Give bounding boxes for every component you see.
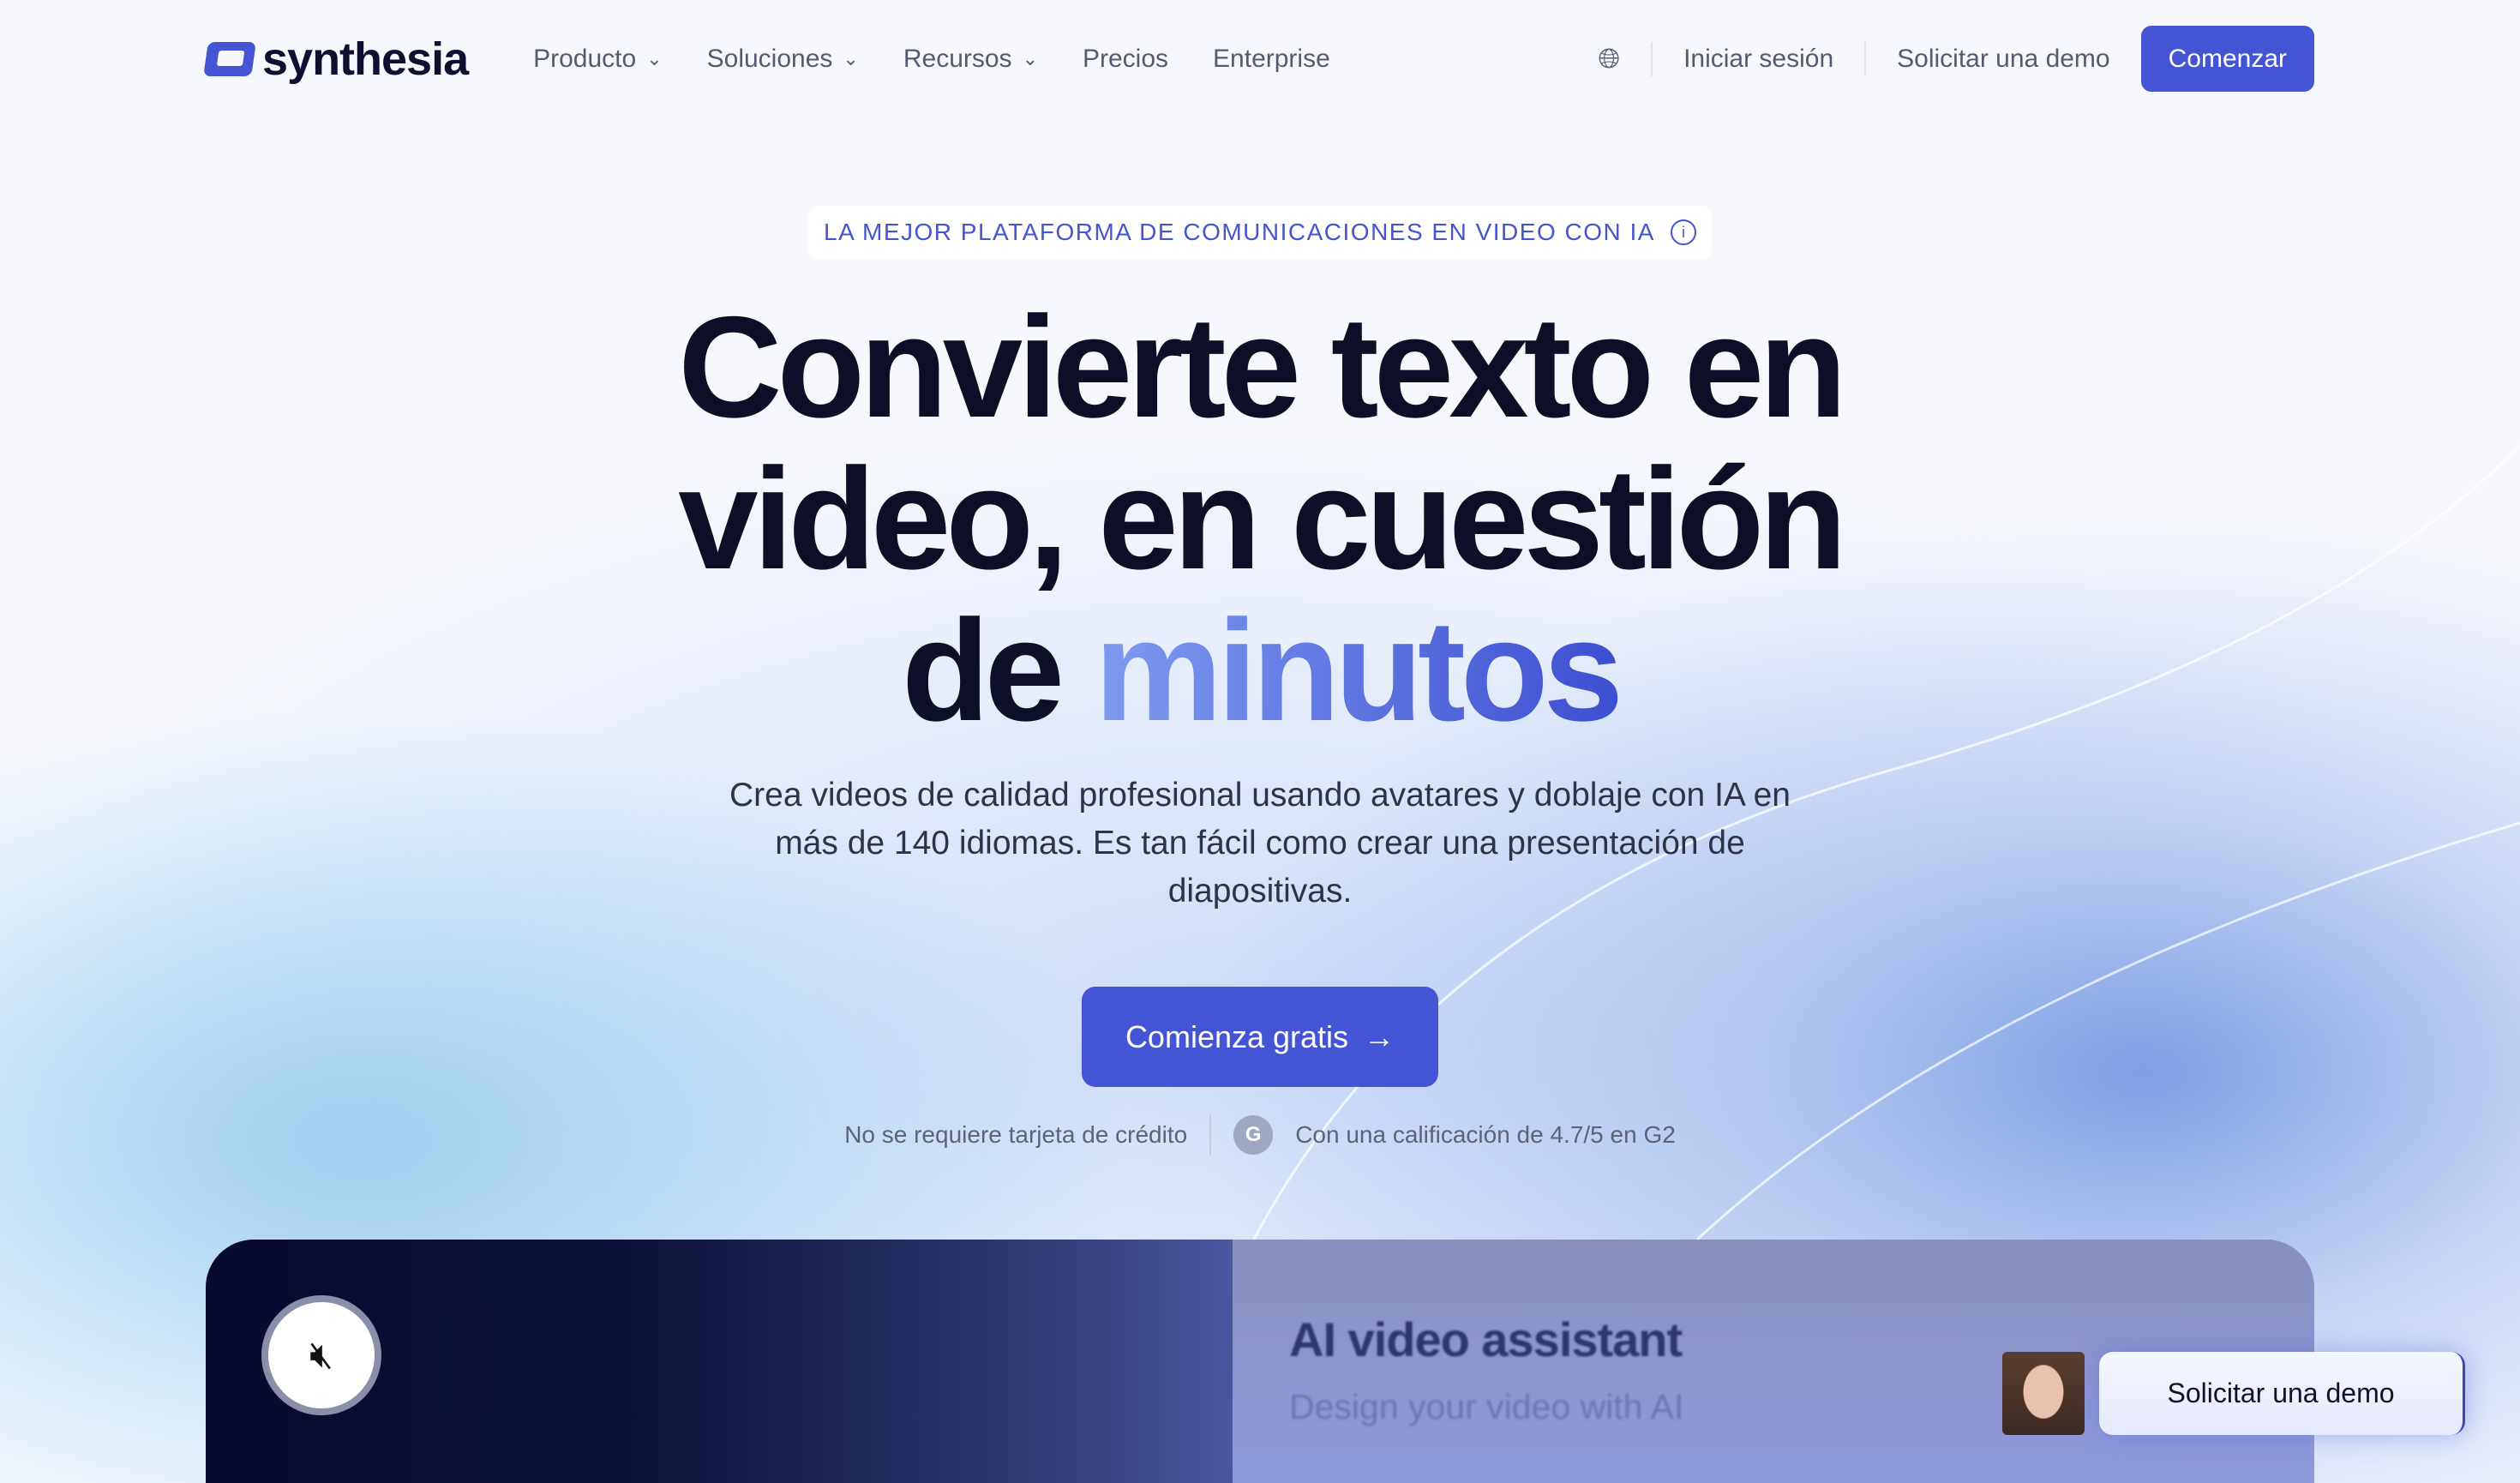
video-heading: AI video assistant [1289,1312,1683,1366]
arrow-right-icon: → [1364,1018,1395,1054]
globe-icon[interactable]: 🌐︎ [1598,43,1620,75]
nav-producto[interactable]: Producto ⌄ [533,45,663,74]
title-highlight: minutos [1094,590,1623,751]
start-button[interactable]: Comenzar [2140,26,2314,92]
hero-subtitle: Crea videos de calidad profesional usand… [729,777,1791,910]
cta-label: Comienza gratis [1125,1018,1349,1054]
chevron-down-icon: ⌄ [646,47,663,69]
chevron-down-icon: ⌄ [1022,47,1038,69]
divider [1209,1114,1212,1156]
chevron-down-icon: ⌄ [843,47,859,69]
request-demo-link[interactable]: Solicitar una demo [1897,45,2109,74]
info-icon[interactable]: i [1670,219,1696,245]
speaker-muted-icon: 🔇︎ [309,1334,333,1376]
nav-soluciones[interactable]: Soluciones ⌄ [707,45,859,74]
nav-recursos[interactable]: Recursos ⌄ [903,45,1038,74]
nav-label: Recursos [903,44,1012,73]
g2-logo-icon: G [1233,1115,1274,1155]
title-line: de [901,590,1095,751]
login-link[interactable]: Iniciar sesión [1683,45,1833,74]
video-subheading: Design your video with AI [1289,1387,1684,1426]
nav-label: Producto [533,44,637,73]
nav-precios[interactable]: Precios [1083,45,1168,74]
divider [1651,41,1653,76]
hero-badge: LA MEJOR PLATAFORMA DE COMUNICACIONES EN… [808,206,1712,259]
nav-label: Soluciones [706,44,833,73]
demo-video[interactable] [206,1240,2314,1483]
nav-enterprise[interactable]: Enterprise [1213,45,1330,74]
floating-demo-button[interactable]: Solicitar una demo [2099,1352,2465,1435]
title-line: Convierte texto en [678,286,1847,447]
start-free-button[interactable]: Comienza gratis → [1082,987,1438,1087]
mute-button[interactable]: 🔇︎ [261,1295,381,1415]
rating-text: Con una calificación de 4.7/5 en G2 [1295,1121,1676,1148]
decorative-curve [1695,821,2520,1241]
no-card-text: No se requiere tarjeta de crédito [844,1121,1188,1148]
synthesia-logo[interactable]: synthesia [203,33,469,86]
top-nav: synthesia Producto ⌄ Soluciones ⌄ Recursos… [203,26,2314,92]
logo-icon [203,41,256,76]
title-line: video, en cuestión [678,438,1847,599]
divider [1864,41,1867,76]
trust-row: No se requiere tarjeta de crédito G Con … [0,1114,2520,1156]
badge-text: LA MEJOR PLATAFORMA DE COMUNICACIONES EN… [824,219,1655,245]
avatar[interactable] [2002,1352,2085,1435]
logo-text: synthesia [262,33,469,85]
hero-title: Convierte texto en video, en cuestión de m… [0,291,2520,747]
